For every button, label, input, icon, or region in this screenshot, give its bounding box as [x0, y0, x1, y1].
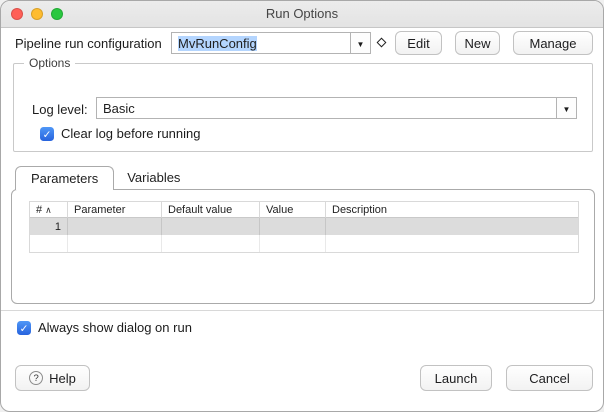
- question-mark-icon: [29, 371, 43, 385]
- window-title: Run Options: [1, 1, 603, 27]
- cell-default-value: [162, 218, 260, 235]
- cell-num: [30, 235, 68, 252]
- cell-num: 1: [30, 218, 68, 235]
- column-header-default-value[interactable]: Default value: [162, 202, 260, 218]
- checkmark-icon: [20, 319, 29, 337]
- cell-description: [326, 218, 578, 235]
- content-footer-divider: [1, 310, 604, 311]
- sort-ascending-icon: [42, 204, 52, 216]
- window-controls: [11, 8, 63, 20]
- column-header-label: Value: [266, 204, 293, 216]
- tab-variables[interactable]: Variables: [114, 166, 193, 190]
- parameters-table: # Parameter Default value Value Descript…: [29, 201, 579, 253]
- tab-parameters[interactable]: Parameters: [15, 166, 114, 190]
- dropdown-arrow-icon: [563, 99, 571, 117]
- launch-button[interactable]: Launch: [420, 365, 492, 391]
- clear-log-label: Clear log before running: [61, 126, 200, 141]
- options-group-title: Options: [24, 56, 75, 70]
- combo-dropdown-button[interactable]: [350, 33, 370, 53]
- table-header-row: # Parameter Default value Value Descript…: [30, 202, 578, 218]
- parameters-variables-tabs: Parameters Variables: [15, 166, 193, 190]
- cell-parameter: [68, 218, 162, 235]
- log-level-dropdown-button[interactable]: [556, 98, 576, 118]
- always-show-checkbox-row[interactable]: Always show dialog on run: [17, 320, 192, 335]
- column-header-label: Parameter: [74, 204, 125, 216]
- parameters-panel: # Parameter Default value Value Descript…: [11, 189, 595, 304]
- minimize-button[interactable]: [31, 8, 43, 20]
- clear-log-checkbox[interactable]: [40, 127, 54, 141]
- close-button[interactable]: [11, 8, 23, 20]
- pipeline-config-label: Pipeline run configuration: [15, 36, 162, 51]
- run-options-dialog: Run Options Pipeline run configuration M…: [0, 0, 604, 412]
- log-level-value: Basic: [97, 101, 135, 116]
- options-group: Options Log level: Basic Clear log befor…: [13, 63, 593, 152]
- column-header-num[interactable]: #: [30, 202, 68, 218]
- edit-button[interactable]: Edit: [395, 31, 442, 55]
- cell-default-value: [162, 235, 260, 252]
- dropdown-arrow-icon: [357, 34, 365, 52]
- column-header-value[interactable]: Value: [260, 202, 326, 218]
- titlebar: Run Options: [1, 1, 603, 28]
- log-level-label: Log level:: [32, 102, 88, 117]
- run-configuration-combobox[interactable]: MvRunConfig: [171, 32, 371, 54]
- new-button[interactable]: New: [455, 31, 500, 55]
- always-show-label: Always show dialog on run: [38, 320, 192, 335]
- column-header-label: Description: [332, 204, 387, 216]
- cell-parameter: [68, 235, 162, 252]
- run-configuration-text: MvRunConfig: [172, 36, 257, 51]
- column-header-parameter[interactable]: Parameter: [68, 202, 162, 218]
- clear-log-checkbox-row[interactable]: Clear log before running: [40, 126, 200, 141]
- column-header-description[interactable]: Description: [326, 202, 578, 218]
- cell-description: [326, 235, 578, 252]
- help-label: Help: [49, 371, 76, 386]
- fullscreen-button[interactable]: [51, 8, 63, 20]
- log-level-select[interactable]: Basic: [96, 97, 577, 119]
- table-row-empty[interactable]: [30, 235, 578, 252]
- cell-value: [260, 218, 326, 235]
- run-configuration-value: MvRunConfig: [178, 36, 257, 51]
- always-show-checkbox[interactable]: [17, 321, 31, 335]
- modified-diamond-icon: [377, 38, 387, 48]
- column-header-label: Default value: [168, 204, 232, 216]
- checkmark-icon: [43, 125, 52, 143]
- manage-button[interactable]: Manage: [513, 31, 593, 55]
- table-row-selected[interactable]: 1: [30, 218, 578, 235]
- help-button[interactable]: Help: [15, 365, 90, 391]
- cancel-button[interactable]: Cancel: [506, 365, 593, 391]
- cell-value: [260, 235, 326, 252]
